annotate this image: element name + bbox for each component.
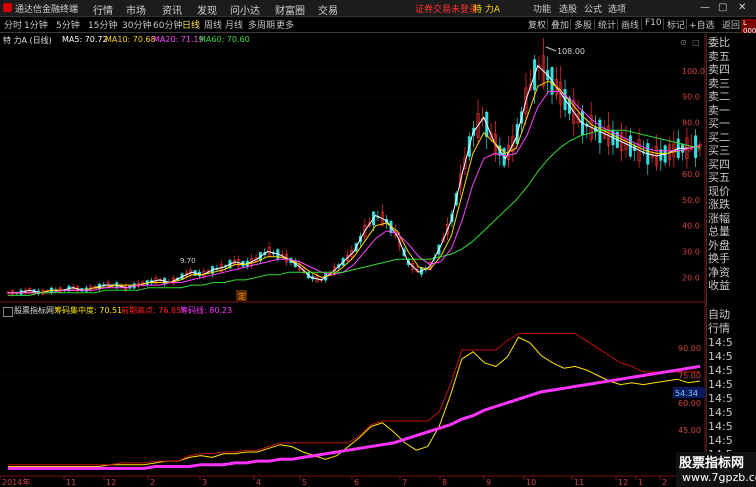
side-tick-label: 14:5 [708,350,733,363]
price-tick: 20.0 [682,273,700,282]
side-tick-label: 自动 [708,308,730,321]
high-pointer [545,46,557,52]
side-tick-label: 14:5 [708,336,733,349]
side-field-label: 涨幅 [708,211,730,225]
high-label: 108.00 [557,47,585,56]
price-tick: 60.0 [682,170,700,179]
time-label: 2 [150,478,155,487]
ma-line-ma5 [8,64,701,294]
side-tick-label: 14:5 [708,434,733,447]
indicator-line-1 [8,333,700,466]
side-field-label: 换手 [708,252,730,265]
indicator-grid: 90.0075.0060.0045.0030.00 [0,344,704,462]
time-label: 7 [402,478,407,487]
side-field-label: 卖三 [708,76,730,90]
side-tick-label: 14:5 [708,420,733,433]
kline-chart-area[interactable]: 100.090.080.070.060.050.040.030.020.0 90… [0,0,706,487]
price-tick: 80.0 [682,118,700,127]
watermark-url: www.7gpzb.com [682,471,756,484]
ma-line-ma20 [8,91,701,294]
time-label: 2 [662,478,667,487]
indicator-line-0 [8,336,701,467]
time-label: 3 [202,478,207,487]
side-tick-label: 14:5 [708,364,733,377]
close-icon[interactable]: ✕ [738,2,746,13]
time-label: 10 [526,478,536,487]
side-field-label: 净资 [708,265,730,279]
time-label: 5 [302,478,307,487]
side-field-label: 卖二 [708,90,730,103]
price-tick: 90.0 [682,93,700,102]
side-field-label: 收益 [708,279,730,292]
time-label: 11 [574,478,584,487]
side-tick-label: 14:5 [708,392,733,405]
indicator-series [8,333,701,470]
side-field-label: 现价 [708,184,730,198]
side-field-label: 卖一 [708,103,730,117]
price-tick: 30.0 [682,248,700,257]
indicator-tick: 45.00 [678,426,701,435]
indicator-line-2 [8,364,701,470]
back-button[interactable]: 返回 [722,18,740,31]
side-tick-label: 行情 [708,322,730,335]
side-field-label: 卖四 [708,63,730,76]
time-label: 8 [442,478,447,487]
time-label: 6 [354,478,359,487]
side-tick-label: 14:5 [708,378,733,391]
indicator-tick: 75.00 [678,372,701,381]
side-field-label: 总量 [708,225,730,238]
time-label: 4 [256,478,261,487]
indicator-tick: 90.00 [678,344,701,353]
event-marker-label: 定 [238,291,246,301]
side-field-label: 买五 [708,171,730,184]
watermark: 股票指标网 www.7gpzb.com [676,452,756,487]
side-badge-text: L 000 [743,19,756,35]
side-field-label: 买四 [708,157,730,171]
price-tick: 50.0 [682,196,700,205]
time-label: 9 [486,478,491,487]
side-field-label: 委比 [708,36,730,49]
side-field-label: 涨跌 [708,198,730,211]
side-field-label: 买一 [708,117,730,130]
side-field-label: 卖五 [708,49,730,63]
price-tick: 40.0 [682,222,700,231]
ma-line-ma10 [8,80,701,294]
indicator-tick: 60.00 [678,399,701,408]
low-label: 9.70 [180,257,196,265]
time-label: 12 [618,478,628,487]
maximize-icon[interactable]: ▢ [718,2,727,13]
chart-expand-icon[interactable]: ▢ [692,38,700,47]
time-axis: 2014年111223456789101112123 [0,476,693,487]
side-field-label: 外盘 [708,238,730,252]
time-label: 11 [66,478,76,487]
main-grid: 100.090.080.070.060.050.040.030.020.0 [0,67,705,282]
time-label: 2014年 [2,477,30,487]
watermark-title: 股票指标网 [679,456,745,471]
time-label: 12 [106,478,116,487]
side-tick-label: 14:5 [708,406,733,419]
main-series [6,37,702,297]
current-value: 54.34 [675,389,698,398]
side-field-label: 买三 [708,144,730,157]
side-field-label: 买二 [708,130,730,144]
ma-line-ma60 [8,129,701,296]
time-label: 1 [638,478,643,487]
chart-settings-icon[interactable]: ⊙ [680,38,687,47]
price-tick: 100.0 [682,67,705,76]
